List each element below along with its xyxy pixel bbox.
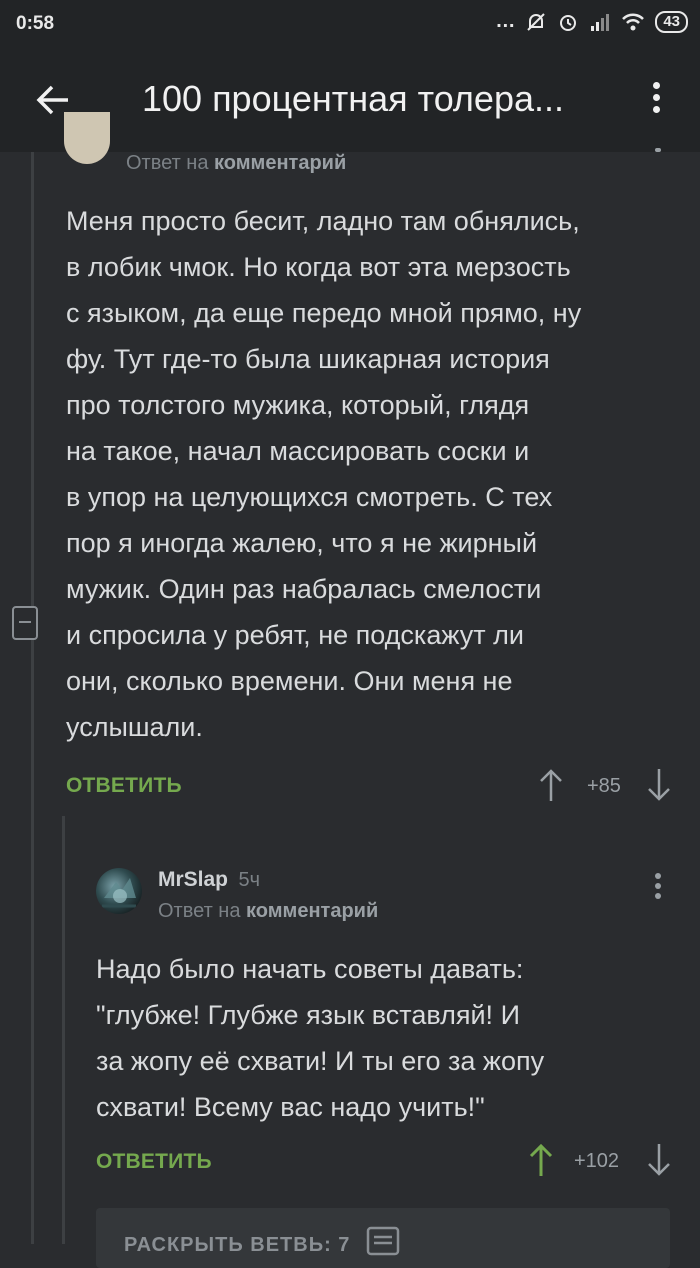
comment-line: они, сколько времени. Они меня не [66, 666, 513, 696]
expand-thread-label: РАСКРЫТЬ ВЕТВЬ: 7 [124, 1234, 351, 1256]
comment-line: пор я иногда жалею, что я не жирный [66, 528, 538, 558]
username[interactable]: MrSlap [158, 868, 228, 891]
wifi-icon [622, 13, 645, 30]
comment-body: Надо было начать советы давать: "глубже!… [96, 946, 686, 1130]
comment-body: Меня просто бесит, ладно там обнялись, в… [66, 198, 686, 750]
reply-prefix: Ответ на [126, 152, 209, 174]
status-icons: … 43 [495, 10, 688, 33]
reply-target-link[interactable]: комментарий [214, 152, 346, 174]
comment-line: Надо было начать советы давать: [96, 954, 524, 984]
signal-icon [591, 13, 610, 31]
reply-to-label: Ответ на комментарий [126, 152, 346, 175]
thread-list-icon [366, 1226, 400, 1256]
reply-target-link[interactable]: комментарий [246, 900, 378, 922]
page-title: 100 процентная толера... [142, 78, 564, 119]
downvote-arrow-icon[interactable] [646, 767, 672, 803]
reply-button[interactable]: ОТВЕТИТЬ [66, 774, 182, 798]
rating-value: +102 [574, 1150, 620, 1172]
comment-line: в упор на целующихся смотреть. С тех [66, 482, 553, 512]
overflow-menu-icon[interactable] [644, 78, 668, 122]
rating-value: +85 [587, 775, 621, 797]
more-notifications-icon: … [495, 10, 516, 32]
alarm-icon [560, 14, 577, 31]
comment-line: "глубже! Глубже язык вставляй! И [96, 1000, 520, 1030]
reply-button[interactable]: ОТВЕТИТЬ [96, 1150, 212, 1174]
comment-line: за жопу её схвати! И ты его за жопу [96, 1046, 545, 1076]
comment-line: про толстого мужика, который, глядя [66, 390, 530, 420]
comment-line: с языком, да еще передо мной прямо, ну [66, 298, 582, 328]
expand-thread-button[interactable]: РАСКРЫТЬ ВЕТВЬ: 7 [96, 1208, 670, 1268]
status-bar: 0:58 … 43 [0, 0, 700, 48]
collapse-thread-button[interactable] [12, 606, 38, 640]
thread-line-outer-lower [31, 636, 34, 1244]
comment-overflow-menu-icon[interactable] [646, 870, 670, 906]
comment-line: Меня просто бесит, ладно там обнялись, [66, 206, 580, 236]
avatar[interactable] [64, 112, 110, 164]
thread-line-outer [31, 152, 34, 606]
upvote-arrow-icon-active[interactable] [528, 1142, 554, 1178]
downvote-arrow-icon[interactable] [646, 1142, 672, 1178]
upvote-arrow-icon[interactable] [538, 767, 564, 803]
status-time: 0:58 [16, 13, 55, 34]
comment-line: схвати! Всему вас надо учить!" [96, 1092, 485, 1122]
comment-menu-dot-partial [655, 148, 661, 152]
avatar-image [102, 878, 136, 908]
avatar[interactable] [96, 868, 142, 914]
comment-line: услышали. [66, 712, 203, 742]
thread-line-inner [62, 816, 65, 1244]
comment-line: фу. Тут где-то была шикарная история [66, 344, 550, 374]
battery-icon: 43 [655, 10, 688, 33]
reply-prefix: Ответ на [158, 900, 241, 922]
comment-author-row: MrSlap 5ч [158, 868, 260, 892]
comment-time: 5ч [238, 869, 261, 891]
reply-to-label: Ответ на комментарий [158, 900, 378, 923]
mute-bell-icon [527, 12, 546, 31]
comment-line: на такое, начал массировать соски и [66, 436, 530, 466]
comment-line: в лобик чмок. Но когда вот эта мерзость [66, 252, 571, 282]
comment-line: и спросила у ребят, не подскажут ли [66, 620, 524, 650]
comment-line: мужик. Один раз набралась смелости [66, 574, 542, 604]
